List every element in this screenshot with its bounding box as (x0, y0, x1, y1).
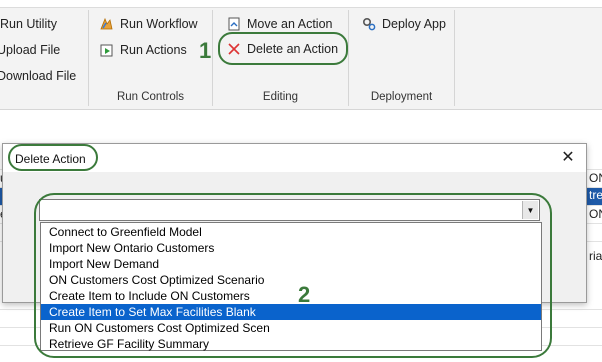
deployment-group-label: Deployment (370, 91, 433, 103)
group-run-controls: Run Workflow Run Actions Run Controls (89, 10, 213, 106)
upload-file-button[interactable]: Upload File (0, 39, 60, 61)
move-action-icon (226, 16, 242, 32)
run-controls-group-label: Run Controls (116, 91, 185, 103)
sheet-cell-right[interactable]: ON (589, 207, 602, 221)
sheet-cell-right-selected[interactable]: tre (587, 188, 602, 205)
move-action-label: Move an Action (247, 17, 333, 31)
ribbon-top-strip (0, 0, 602, 8)
deploy-gear-icon (361, 16, 377, 32)
run-actions-icon (99, 42, 115, 58)
group-deployment: Deploy App Deployment (349, 10, 455, 106)
annotation-box-dropdown (34, 193, 552, 358)
download-file-button[interactable]: Download File (0, 65, 76, 87)
annotation-step-2: 2 (298, 282, 311, 307)
deploy-app-button[interactable]: Deploy App (361, 13, 446, 35)
run-actions-label: Run Actions (120, 43, 187, 57)
run-utility-button[interactable]: Run Utility (0, 13, 57, 35)
run-workflow-button[interactable]: Run Workflow (99, 13, 198, 35)
download-file-label: Download File (0, 69, 77, 83)
annotation-step-1: 1 (199, 38, 212, 63)
sheet-cell-right[interactable]: ON (589, 171, 602, 185)
run-actions-button[interactable]: Run Actions (99, 39, 187, 61)
annotation-box-dialog-title (8, 144, 98, 171)
deploy-app-label: Deploy App (382, 17, 446, 31)
run-workflow-icon (99, 16, 115, 32)
group-utility: Run Utility Upload File Download File (0, 10, 89, 106)
run-workflow-label: Run Workflow (120, 17, 198, 31)
sheet-cell-right[interactable]: ria (589, 249, 602, 263)
upload-file-label: Upload File (0, 43, 61, 57)
run-utility-label: Run Utility (0, 17, 57, 31)
annotation-box-delete-action (218, 32, 348, 65)
editing-group-label: Editing (262, 91, 299, 103)
close-icon[interactable]: ✕ (559, 148, 577, 166)
